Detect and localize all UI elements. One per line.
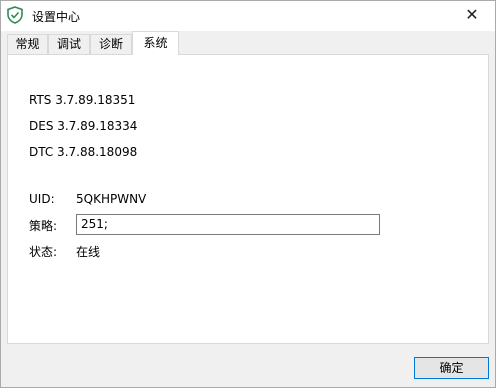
tab-debug[interactable]: 调试 [48,34,90,54]
system-tab-panel: RTS 3.7.89.18351 DES 3.7.89.18334 DTC 3.… [7,54,489,344]
shield-check-icon [7,6,23,24]
tab-general[interactable]: 常规 [7,34,48,54]
version-dtc: DTC 3.7.88.18098 [29,145,138,159]
version-des: DES 3.7.89.18334 [29,119,138,133]
version-rts: RTS 3.7.89.18351 [29,93,136,107]
status-label: 状态: [29,245,58,259]
close-button[interactable]: ✕ [449,1,495,31]
uid-label: UID: [29,192,55,206]
status-value: 在线 [76,245,101,259]
close-icon: ✕ [465,5,479,24]
tab-system[interactable]: 系统 [132,31,179,55]
tab-diagnostics[interactable]: 诊断 [90,34,132,54]
policy-input[interactable]: 251; [76,214,380,235]
uid-value: 5QKHPWNV [76,192,147,206]
policy-label: 策略: [29,219,58,233]
title-bar[interactable]: 设置中心 ✕ [1,1,495,31]
ok-button[interactable]: 确定 [414,357,489,379]
ok-button-label: 确定 [439,361,464,375]
window-title: 设置中心 [32,10,81,24]
settings-window: 设置中心 ✕ 常规 调试 诊断 系统 RTS 3.7.89.18351 DES … [0,0,496,388]
